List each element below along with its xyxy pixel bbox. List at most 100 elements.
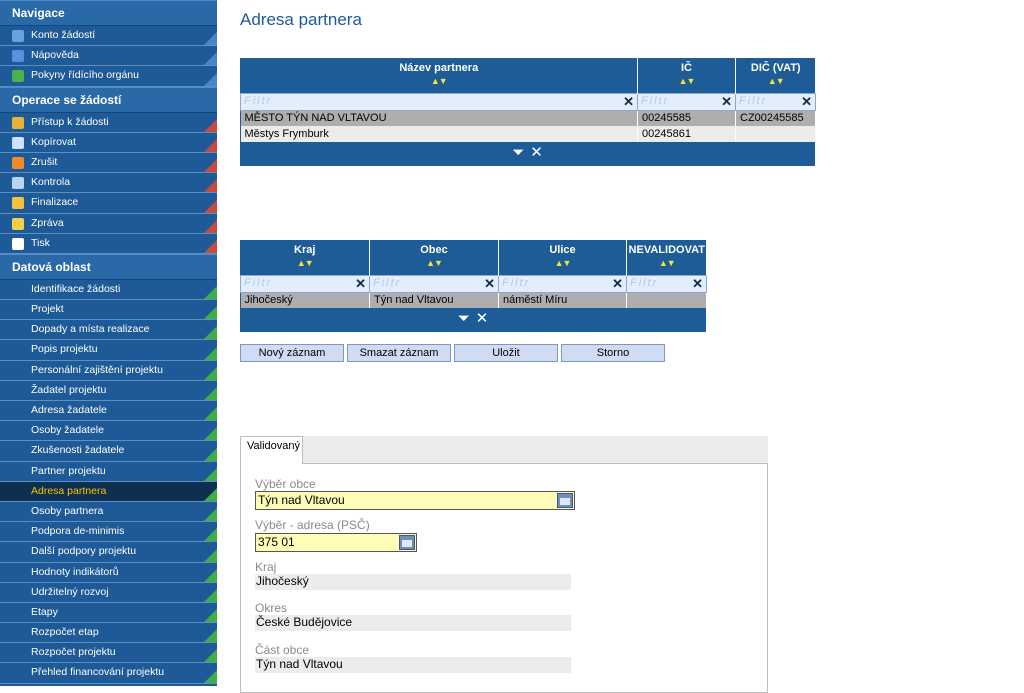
sidebar-item-rozpocet-projektu[interactable]: Rozpočet projektu xyxy=(0,643,217,664)
cell-nevalidovat[interactable] xyxy=(626,292,707,308)
corner-marker xyxy=(204,138,217,152)
filter-icon[interactable]: ⏷ xyxy=(458,310,470,327)
delete-record-button[interactable]: Smazat záznam xyxy=(347,344,451,362)
clear-filter-icon[interactable]: ✕ xyxy=(801,94,812,110)
sidebar-item-kopirovat[interactable]: Kopírovat xyxy=(0,133,217,153)
filter-input-kraj[interactable]: Filtr ✕ xyxy=(240,274,370,293)
sort-icon[interactable]: ▲▼ xyxy=(242,76,637,86)
filter-input-ulice[interactable]: Filtr ✕ xyxy=(498,274,627,293)
sidebar-item-napoveda[interactable]: Nápověda xyxy=(0,46,217,67)
cell-nazev[interactable]: MĚSTO TÝN NAD VLTAVOU xyxy=(240,110,638,126)
clear-filter-icon[interactable]: ✕ xyxy=(484,276,495,292)
sidebar-item-dopady-a-mista-realizace[interactable]: Dopady a místa realizace xyxy=(0,320,217,341)
filter-icon[interactable]: ⏷ xyxy=(512,144,524,161)
cancel-button[interactable]: Storno xyxy=(561,344,665,362)
sort-icon[interactable]: ▲▼ xyxy=(628,258,706,268)
sort-icon[interactable]: ▲▼ xyxy=(639,76,734,86)
sidebar-item-adresa-partnera[interactable]: Adresa partnera xyxy=(0,481,217,502)
sidebar-item-hodnoty-indikatoru[interactable]: Hodnoty indikátorů xyxy=(0,563,217,583)
new-record-button[interactable]: Nový záznam xyxy=(240,344,344,362)
table-row[interactable]: Jihočeský Týn nad Vltavou náměstí Míru xyxy=(240,292,707,308)
okres-label: Okres xyxy=(255,601,288,615)
corner-marker xyxy=(204,179,217,193)
sidebar-item-zprava[interactable]: Zpráva xyxy=(0,214,217,234)
cell-dic[interactable]: CZ00245585 xyxy=(735,110,816,126)
sort-icon[interactable]: ▲▼ xyxy=(371,258,497,268)
cell-ic[interactable]: 00245861 xyxy=(637,126,736,142)
sort-icon[interactable]: ▲▼ xyxy=(737,76,815,86)
col-header-dic[interactable]: DIČ (VAT) ▲▼ xyxy=(736,58,816,93)
calendar-icon[interactable] xyxy=(557,493,573,508)
cell-dic[interactable] xyxy=(735,126,816,142)
sidebar-item-osoby-zadatele[interactable]: Osoby žadatele xyxy=(0,421,217,442)
tab-validovany[interactable]: Validovaný xyxy=(240,436,303,464)
col-header-obec[interactable]: Obec ▲▼ xyxy=(369,240,499,275)
vyber-adresa-field[interactable]: 375 01 xyxy=(255,533,417,552)
cell-nazev[interactable]: Městys Frymburk xyxy=(240,126,638,142)
corner-marker xyxy=(204,199,217,213)
sidebar-item-label: Projekt xyxy=(31,303,64,316)
sort-icon[interactable]: ▲▼ xyxy=(242,258,369,268)
kraj-label: Kraj xyxy=(255,560,277,574)
cell-ic[interactable]: 00245585 xyxy=(637,110,736,126)
cell-ulice[interactable]: náměstí Míru xyxy=(498,292,627,308)
sidebar-item-udrzitelny-rozvoj[interactable]: Udržitelný rozvoj xyxy=(0,583,217,603)
col-header-kraj[interactable]: Kraj ▲▼ xyxy=(240,240,370,275)
sidebar-item-zadatel-projektu[interactable]: Žadatel projektu xyxy=(0,381,217,401)
cell-kraj[interactable]: Jihočeský xyxy=(240,292,370,308)
sidebar-item-dalsi-podpory-projektu[interactable]: Další podpory projektu xyxy=(0,542,217,563)
col-header-nevalidovat[interactable]: NEVALIDOVAT ▲▼ xyxy=(627,240,707,275)
data-section-title: Datová oblast xyxy=(0,253,217,280)
calendar-icon[interactable] xyxy=(399,535,415,550)
table-row[interactable]: MĚSTO TÝN NAD VLTAVOU 00245585 CZ0024558… xyxy=(240,110,816,126)
filter-input-dic[interactable]: Filtr ✕ xyxy=(735,92,816,111)
sidebar-item-podpora-de-minimis[interactable]: Podpora de-minimis xyxy=(0,522,217,543)
corner-marker xyxy=(204,568,217,582)
sidebar-item-prehled-financovani-projektu[interactable]: Přehled financování projektu xyxy=(0,663,217,684)
corner-marker xyxy=(204,487,217,501)
sidebar-item-label: Nápověda xyxy=(31,49,79,62)
sort-icon[interactable]: ▲▼ xyxy=(500,258,625,268)
sidebar-item-label: Udržitelný rozvoj xyxy=(31,585,109,598)
sidebar-item-personalni-zajisteni-projektu[interactable]: Personální zajištění projektu xyxy=(0,361,217,381)
sidebar-item-projekt[interactable]: Projekt xyxy=(0,300,217,321)
col-header-ic[interactable]: IČ ▲▼ xyxy=(637,58,736,93)
sidebar-item-pokyny-ridiciho-organu[interactable]: Pokyny řídícího orgánu xyxy=(0,66,217,87)
sidebar-item-adresa-zadatele[interactable]: Adresa žadatele xyxy=(0,401,217,422)
sidebar-item-zkusenosti-zadatele[interactable]: Zkušenosti žadatele xyxy=(0,441,217,462)
filter-input-obec[interactable]: Filtr ✕ xyxy=(369,274,499,293)
check-icon xyxy=(12,177,24,190)
clear-all-filters-icon[interactable]: ✕ xyxy=(476,310,489,327)
table-row[interactable]: Městys Frymburk 00245861 xyxy=(240,126,816,142)
sidebar-item-identifikace-zadosti[interactable]: Identifikace žádosti xyxy=(0,280,217,301)
clear-filter-icon[interactable]: ✕ xyxy=(692,276,703,292)
vyber-obce-field[interactable]: Týn nad Vltavou xyxy=(255,491,575,510)
sidebar-item-popis-projektu[interactable]: Popis projektu xyxy=(0,340,217,361)
sidebar-item-konto-zadosti[interactable]: Konto žádostí xyxy=(0,26,217,47)
sidebar-item-finalizace[interactable]: Finalizace xyxy=(0,193,217,214)
sidebar-item-kontrola[interactable]: Kontrola xyxy=(0,173,217,194)
col-header-nazev[interactable]: Název partnera ▲▼ xyxy=(240,58,638,93)
filter-input-nazev[interactable]: Filtr ✕ xyxy=(240,92,638,111)
sidebar-item-etapy[interactable]: Etapy xyxy=(0,603,217,624)
sidebar-item-tisk[interactable]: Tisk xyxy=(0,234,217,254)
sidebar-item-zrusit[interactable]: Zrušit xyxy=(0,153,217,174)
sidebar-item-rozpocet-etap[interactable]: Rozpočet etap xyxy=(0,623,217,644)
clear-filter-icon[interactable]: ✕ xyxy=(355,276,366,292)
clear-filter-icon[interactable]: ✕ xyxy=(623,94,634,110)
sidebar-item-pristup-k-zadosti[interactable]: Přístup k žádosti xyxy=(0,113,217,133)
filter-input-ic[interactable]: Filtr ✕ xyxy=(637,92,736,111)
sidebar-item-label: Personální zajištění projektu xyxy=(31,363,163,376)
sidebar-item-partner-projektu[interactable]: Partner projektu xyxy=(0,462,217,482)
sidebar-item-osoby-partnera[interactable]: Osoby partnera xyxy=(0,502,217,523)
cell-obec[interactable]: Týn nad Vltavou xyxy=(369,292,499,308)
users-icon xyxy=(12,116,24,129)
sidebar-item-label: Popis projektu xyxy=(31,343,98,356)
filter-input-nevalidovat[interactable]: Filtr ✕ xyxy=(626,274,707,293)
clear-filter-icon[interactable]: ✕ xyxy=(721,94,732,110)
clear-all-filters-icon[interactable]: ✕ xyxy=(530,144,543,161)
clear-filter-icon[interactable]: ✕ xyxy=(612,276,623,292)
col-header-ulice[interactable]: Ulice ▲▼ xyxy=(498,240,627,275)
save-button[interactable]: Uložit xyxy=(454,344,558,362)
sidebar-item-label: Partner projektu xyxy=(31,464,106,477)
